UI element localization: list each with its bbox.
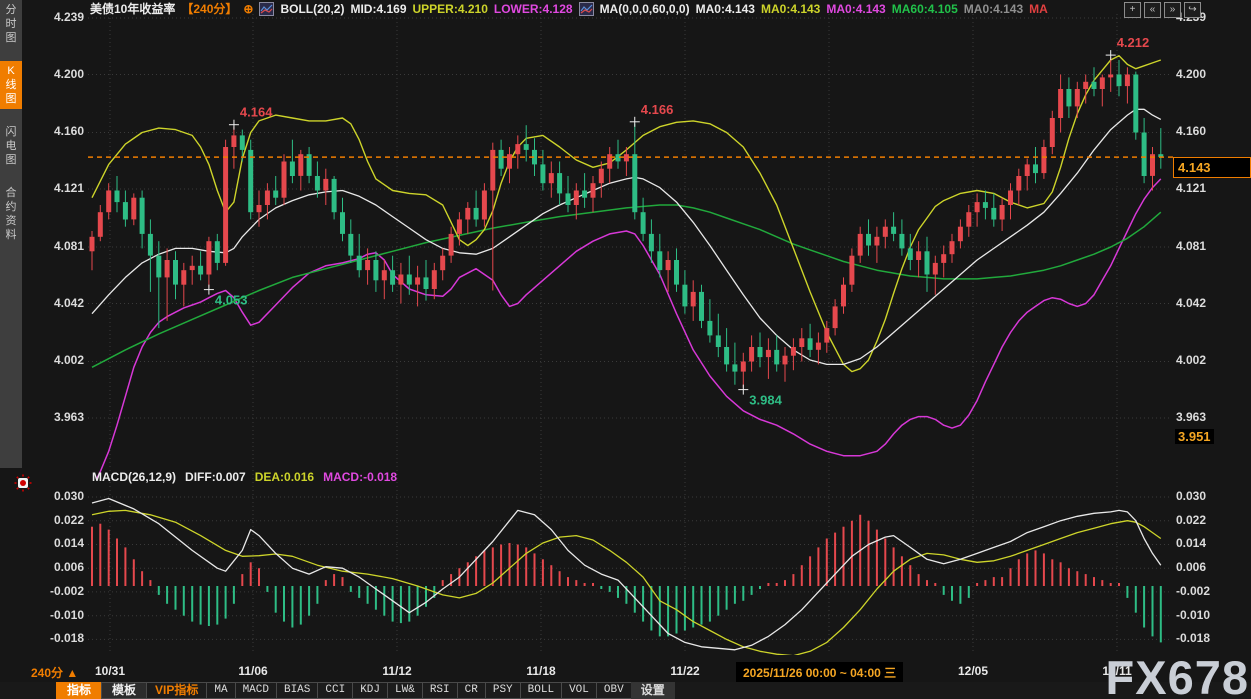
macd-header-segment: DEA:0.016 [255, 470, 314, 484]
toolbar-button-CCI[interactable]: CCI [317, 682, 353, 699]
svg-text:4.164: 4.164 [240, 105, 273, 120]
header-segment: UPPER:4.210 [413, 2, 488, 16]
hovered-bar-time: 2025/11/26 00:00 ~ 04:00 三 [736, 662, 903, 683]
toolbar-button-PSY[interactable]: PSY [485, 682, 521, 699]
range-min-tag: 3.951 [1175, 429, 1214, 444]
toolbar-button-VOL[interactable]: VOL [561, 682, 597, 699]
toolbar-button-RSI[interactable]: RSI [422, 682, 458, 699]
toolbar-button-BOLL[interactable]: BOLL [520, 682, 562, 699]
x-axis-label: 11/06 [238, 664, 267, 678]
toolbar-button-设置[interactable]: 设置 [631, 682, 675, 699]
chart-type-sidebar: 分时图 K线图闪电图合约资料 [0, 0, 22, 468]
indicator-header: 美债10年收益率【240分】 ⊕ BOLL(20,2) MID:4.169 UPPER:… [90, 1, 1048, 16]
header-segment: MA0:4.143 [826, 2, 885, 16]
chart-toolbar-icons: +«»↪ [1124, 2, 1201, 18]
svg-text:4.166: 4.166 [641, 102, 674, 117]
fx678-watermark: FX678 [1106, 650, 1249, 699]
circle-plus-icon[interactable]: ⊕ [243, 2, 253, 16]
main-chart[interactable]: 4.164 4.053 4.166 3.984 4.212 [0, 0, 1251, 699]
toolbar-button-BIAS[interactable]: BIAS [276, 682, 318, 699]
toolbar-button-OBV[interactable]: OBV [596, 682, 632, 699]
last-price-tag: 4.143 [1173, 157, 1251, 178]
toolbar-button-LW&[interactable]: LW& [387, 682, 423, 699]
macd-header-segment: DIFF:0.007 [185, 470, 246, 484]
x-axis-label: 12/05 [958, 664, 988, 678]
header-segment: MA [1029, 2, 1048, 16]
macd-header-segment: MACD:-0.018 [323, 470, 397, 484]
macd-header-segment: MACD(26,12,9) [92, 470, 176, 484]
toolbar-button-VIP指标[interactable]: VIP指标 [146, 682, 207, 699]
svg-text:4.212: 4.212 [1117, 35, 1150, 50]
header-segment: MA60:4.105 [892, 2, 958, 16]
toolbar-button-KDJ[interactable]: KDJ [352, 682, 388, 699]
header-segment: MA0:4.143 [696, 2, 755, 16]
x-axis-label: 11/12 [382, 664, 411, 678]
mini-chart-icon[interactable] [259, 2, 274, 16]
toolbar-button-模板[interactable]: 模板 [101, 682, 147, 699]
macd-header: MACD(26,12,9) DIFF:0.007 DEA:0.016 MACD:-0.… [92, 470, 397, 484]
toolbar-button-CR[interactable]: CR [457, 682, 486, 699]
pan-crosshair-icon[interactable]: + [1124, 2, 1141, 18]
indicator-toolbar: 指标模板VIP指标MAMACDBIASCCIKDJLW&RSICRPSYBOLL… [0, 682, 1251, 699]
svg-text:3.984: 3.984 [749, 393, 782, 408]
toolbar-button-指标[interactable]: 指标 [56, 682, 102, 699]
header-segment: 美债10年收益率 [90, 1, 175, 16]
header-segment: MID:4.169 [350, 2, 406, 16]
jump-start-icon[interactable]: « [1144, 2, 1161, 18]
indicator-marker-icon[interactable] [14, 474, 32, 492]
header-segment: 【240分】 [181, 1, 237, 16]
sidebar-item-分时图[interactable]: 分时图 [0, 0, 22, 48]
header-segment: BOLL(20,2) [280, 2, 344, 16]
toolbar-button-MA[interactable]: MA [206, 682, 235, 699]
header-segment: LOWER:4.128 [494, 2, 573, 16]
sidebar-item-合约资料[interactable]: 合约资料 [0, 183, 22, 245]
header-segment: MA0:4.143 [761, 2, 820, 16]
sidebar-item-K线图[interactable]: K线图 [0, 61, 22, 109]
time-axis: 240分 ▲ 2025/11/26 00:00 ~ 04:00 三 10/31 1… [0, 661, 1251, 681]
mini-chart-icon[interactable] [579, 2, 594, 16]
x-axis-label: 10/31 [95, 664, 125, 678]
header-segment: MA0:4.143 [964, 2, 1023, 16]
sidebar-item-闪电图[interactable]: 闪电图 [0, 122, 22, 170]
x-axis-label: 11/22 [670, 664, 699, 678]
jump-end-icon[interactable]: » [1164, 2, 1181, 18]
interval-label[interactable]: 240分 ▲ [31, 664, 78, 681]
trading-terminal: 4.1644.0534.1663.9844.212 分时图K线图闪电图合约资料 … [0, 0, 1251, 699]
header-segment: MA(0,0,0,60,0,0) [600, 2, 690, 16]
x-axis-label: 11/18 [526, 664, 555, 678]
exit-icon[interactable]: ↪ [1184, 2, 1201, 18]
toolbar-button-MACD[interactable]: MACD [235, 682, 277, 699]
svg-text:4.053: 4.053 [215, 293, 248, 308]
